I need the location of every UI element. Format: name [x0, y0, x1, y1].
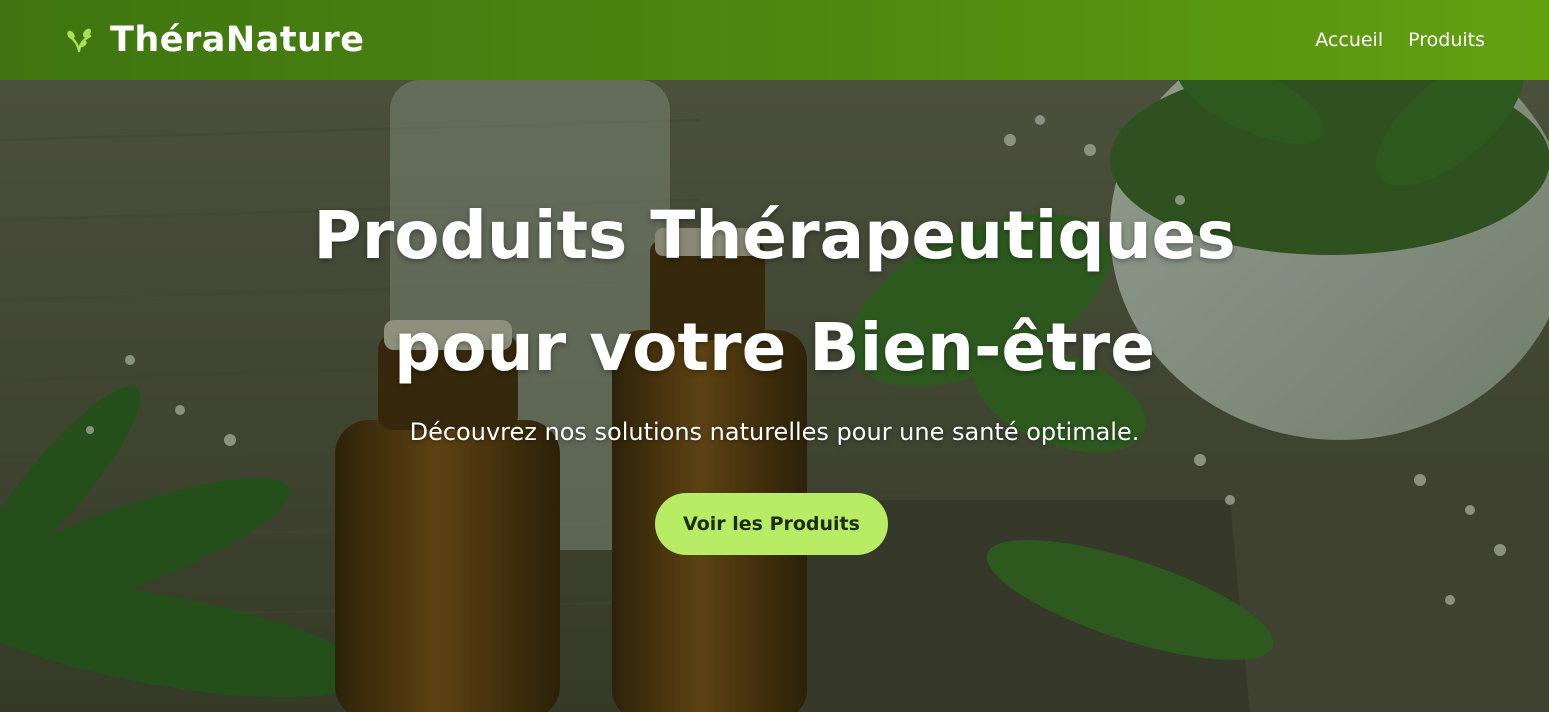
nav-link-produits[interactable]: Produits: [1408, 29, 1485, 51]
top-navbar: ThéraNature Accueil Produits: [0, 0, 1549, 80]
nav-link-accueil[interactable]: Accueil: [1315, 29, 1383, 51]
hero-title: Produits Thérapeutiques pour votre Bien-…: [0, 180, 1549, 404]
main-nav: Accueil Produits: [1315, 29, 1485, 51]
hero-section: Produits Thérapeutiques pour votre Bien-…: [0, 80, 1549, 712]
brand-name: ThéraNature: [110, 20, 365, 60]
hero-subtitle: Découvrez nos solutions naturelles pour …: [409, 418, 1140, 446]
hero-content: Produits Thérapeutiques pour votre Bien-…: [0, 80, 1549, 712]
hero-title-line1: Produits Thérapeutiques: [313, 197, 1236, 274]
view-products-button[interactable]: Voir les Produits: [655, 493, 888, 555]
hero-title-line2: pour votre Bien-être: [394, 309, 1155, 386]
leaf-icon: [67, 28, 92, 53]
brand[interactable]: ThéraNature: [66, 20, 364, 60]
